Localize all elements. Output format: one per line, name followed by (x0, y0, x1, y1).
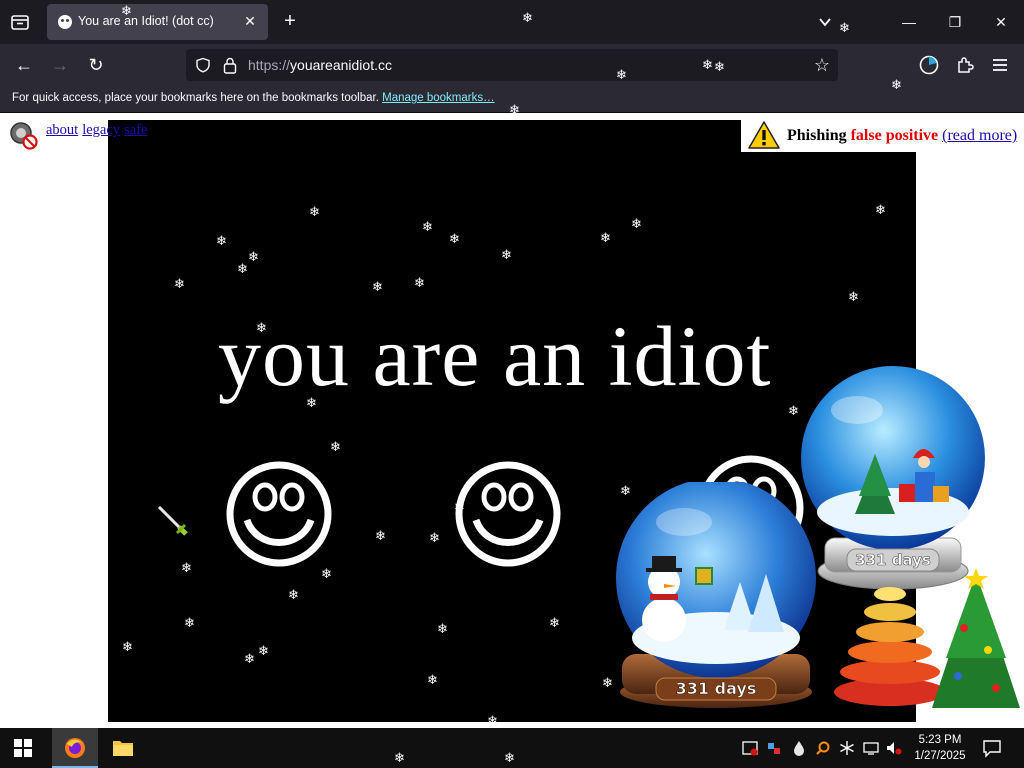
tab-bar: You are an Idiot! (dot cc) ✕ + — ❐ ✕ (0, 0, 1024, 44)
reload-button[interactable]: ↻ (84, 53, 108, 77)
clock-time: 5:23 PM (918, 734, 962, 746)
display-tray-icon[interactable] (863, 740, 879, 756)
tab-close-button[interactable]: ✕ (241, 12, 259, 30)
security-tray-icon[interactable] (742, 740, 758, 756)
list-all-tabs-button[interactable] (817, 14, 833, 30)
safe-link[interactable]: safe (124, 122, 147, 138)
clock-icon[interactable] (918, 54, 940, 76)
back-button[interactable]: ← (12, 53, 36, 77)
notification-center-icon[interactable] (982, 738, 1002, 758)
bookmarks-toolbar: For quick access, place your bookmarks h… (0, 86, 1024, 113)
screen: You are an Idiot! (dot cc) ✕ + — ❐ ✕ ← →… (0, 0, 1024, 768)
taskbar-firefox[interactable] (52, 728, 98, 768)
smiley-face-icon (226, 461, 332, 567)
legacy-link[interactable]: legacy (82, 122, 120, 138)
shield-icon[interactable] (195, 57, 211, 73)
about-link[interactable]: about (46, 122, 78, 138)
firefox-view-button[interactable] (8, 10, 32, 34)
clock-date: 1/27/2025 (914, 750, 966, 762)
headline-text: you are an idiot (218, 308, 772, 404)
taskbar-file-explorer[interactable] (100, 728, 146, 768)
bookmarks-message: For quick access, place your bookmarks h… (12, 92, 495, 104)
globe-days-label: 331 days (855, 551, 931, 569)
close-window-button[interactable]: ✕ (991, 12, 1011, 32)
pencil-cursor-icon (157, 505, 188, 536)
top-links: about legacy safe (46, 122, 151, 139)
phishing-label: Phishing (787, 127, 847, 144)
read-more-link[interactable]: (read more) (942, 127, 1017, 144)
navigation-bar: ← → ↻ https://youareanidiot.cc ☆ (0, 44, 1024, 86)
christmas-tree-icon (834, 568, 1020, 708)
phishing-banner: Phishing false positive (read more) (741, 118, 1024, 152)
snow-globe-christmas-icon: 331 days (801, 366, 985, 590)
url-scheme: https:// (248, 57, 291, 73)
snow-globe-snowman-icon: 331 days (616, 482, 816, 708)
volume-muted-icon[interactable] (886, 740, 902, 756)
droplet-tray-icon[interactable] (791, 740, 807, 756)
network-tray-icon[interactable] (766, 740, 782, 756)
windows-start-icon[interactable] (14, 739, 32, 757)
snowflake-tray-icon[interactable] (839, 740, 855, 756)
restore-button[interactable]: ❐ (945, 12, 965, 32)
taskbar: 5:23 PM 1/27/2025 (0, 728, 1024, 768)
tab-title: You are an Idiot! (dot cc) (78, 14, 214, 28)
firefox-icon (65, 738, 85, 758)
smiley-face-icon (455, 461, 561, 567)
warning-icon (748, 121, 780, 149)
firefox-view-icon (11, 15, 29, 30)
search-tray-icon[interactable] (815, 740, 831, 756)
phishing-status: false positive (850, 127, 939, 144)
extensions-icon[interactable] (954, 54, 976, 76)
menu-icon[interactable] (989, 54, 1011, 76)
url-host: youareanidiot.cc (290, 57, 392, 73)
tab-active[interactable]: You are an Idiot! (dot cc) ✕ (47, 4, 268, 40)
file-explorer-icon (113, 741, 133, 756)
smiley-favicon-icon (58, 15, 72, 29)
new-tab-button[interactable]: + (280, 11, 300, 31)
lock-icon[interactable] (222, 56, 238, 74)
phishing-text: Phishing false positive (read more) (787, 127, 1017, 145)
url-text[interactable]: https://youareanidiot.cc (248, 57, 392, 73)
minimize-button[interactable]: — (899, 12, 919, 32)
manage-bookmarks-link[interactable]: Manage bookmarks… (382, 92, 495, 104)
address-bar[interactable]: https://youareanidiot.cc ☆ (186, 49, 838, 81)
forward-button[interactable]: → (48, 53, 72, 77)
blocked-ie-icon (10, 122, 38, 150)
globe-days-label: 331 days (676, 679, 757, 698)
page-content: about legacy safe you are an idiot Phish… (0, 114, 1024, 728)
clock[interactable]: 5:23 PM 1/27/2025 (908, 732, 972, 764)
chevron-down-icon (819, 18, 831, 27)
bookmarks-hint: For quick access, place your bookmarks h… (12, 92, 379, 104)
bookmark-star-button[interactable]: ☆ (812, 55, 832, 75)
